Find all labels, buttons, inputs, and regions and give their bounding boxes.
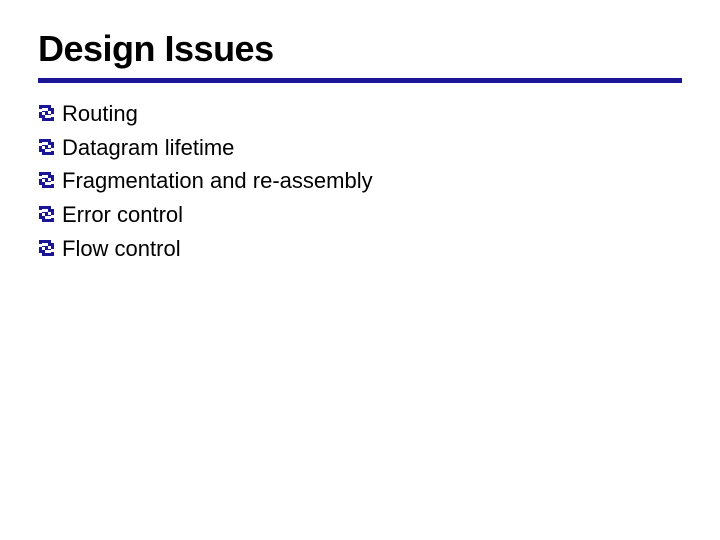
list-item: Routing <box>38 99 682 129</box>
bullet-text: Datagram lifetime <box>62 133 234 163</box>
bullet-text: Error control <box>62 200 183 230</box>
bullet-text: Fragmentation and re-assembly <box>62 166 373 196</box>
bullet-list: Routing Datagram lifetime Fragmentation … <box>38 99 682 263</box>
list-item: Datagram lifetime <box>38 133 682 163</box>
slide-container: Design Issues Routing Datagram lifetime <box>0 0 720 295</box>
list-item: Error control <box>38 200 682 230</box>
list-item: Flow control <box>38 234 682 264</box>
zigzag-bullet-icon <box>38 239 56 257</box>
title-underline <box>38 78 682 83</box>
slide-title: Design Issues <box>38 28 682 70</box>
zigzag-bullet-icon <box>38 171 56 189</box>
list-item: Fragmentation and re-assembly <box>38 166 682 196</box>
bullet-text: Flow control <box>62 234 181 264</box>
zigzag-bullet-icon <box>38 138 56 156</box>
bullet-text: Routing <box>62 99 138 129</box>
zigzag-bullet-icon <box>38 205 56 223</box>
zigzag-bullet-icon <box>38 104 56 122</box>
